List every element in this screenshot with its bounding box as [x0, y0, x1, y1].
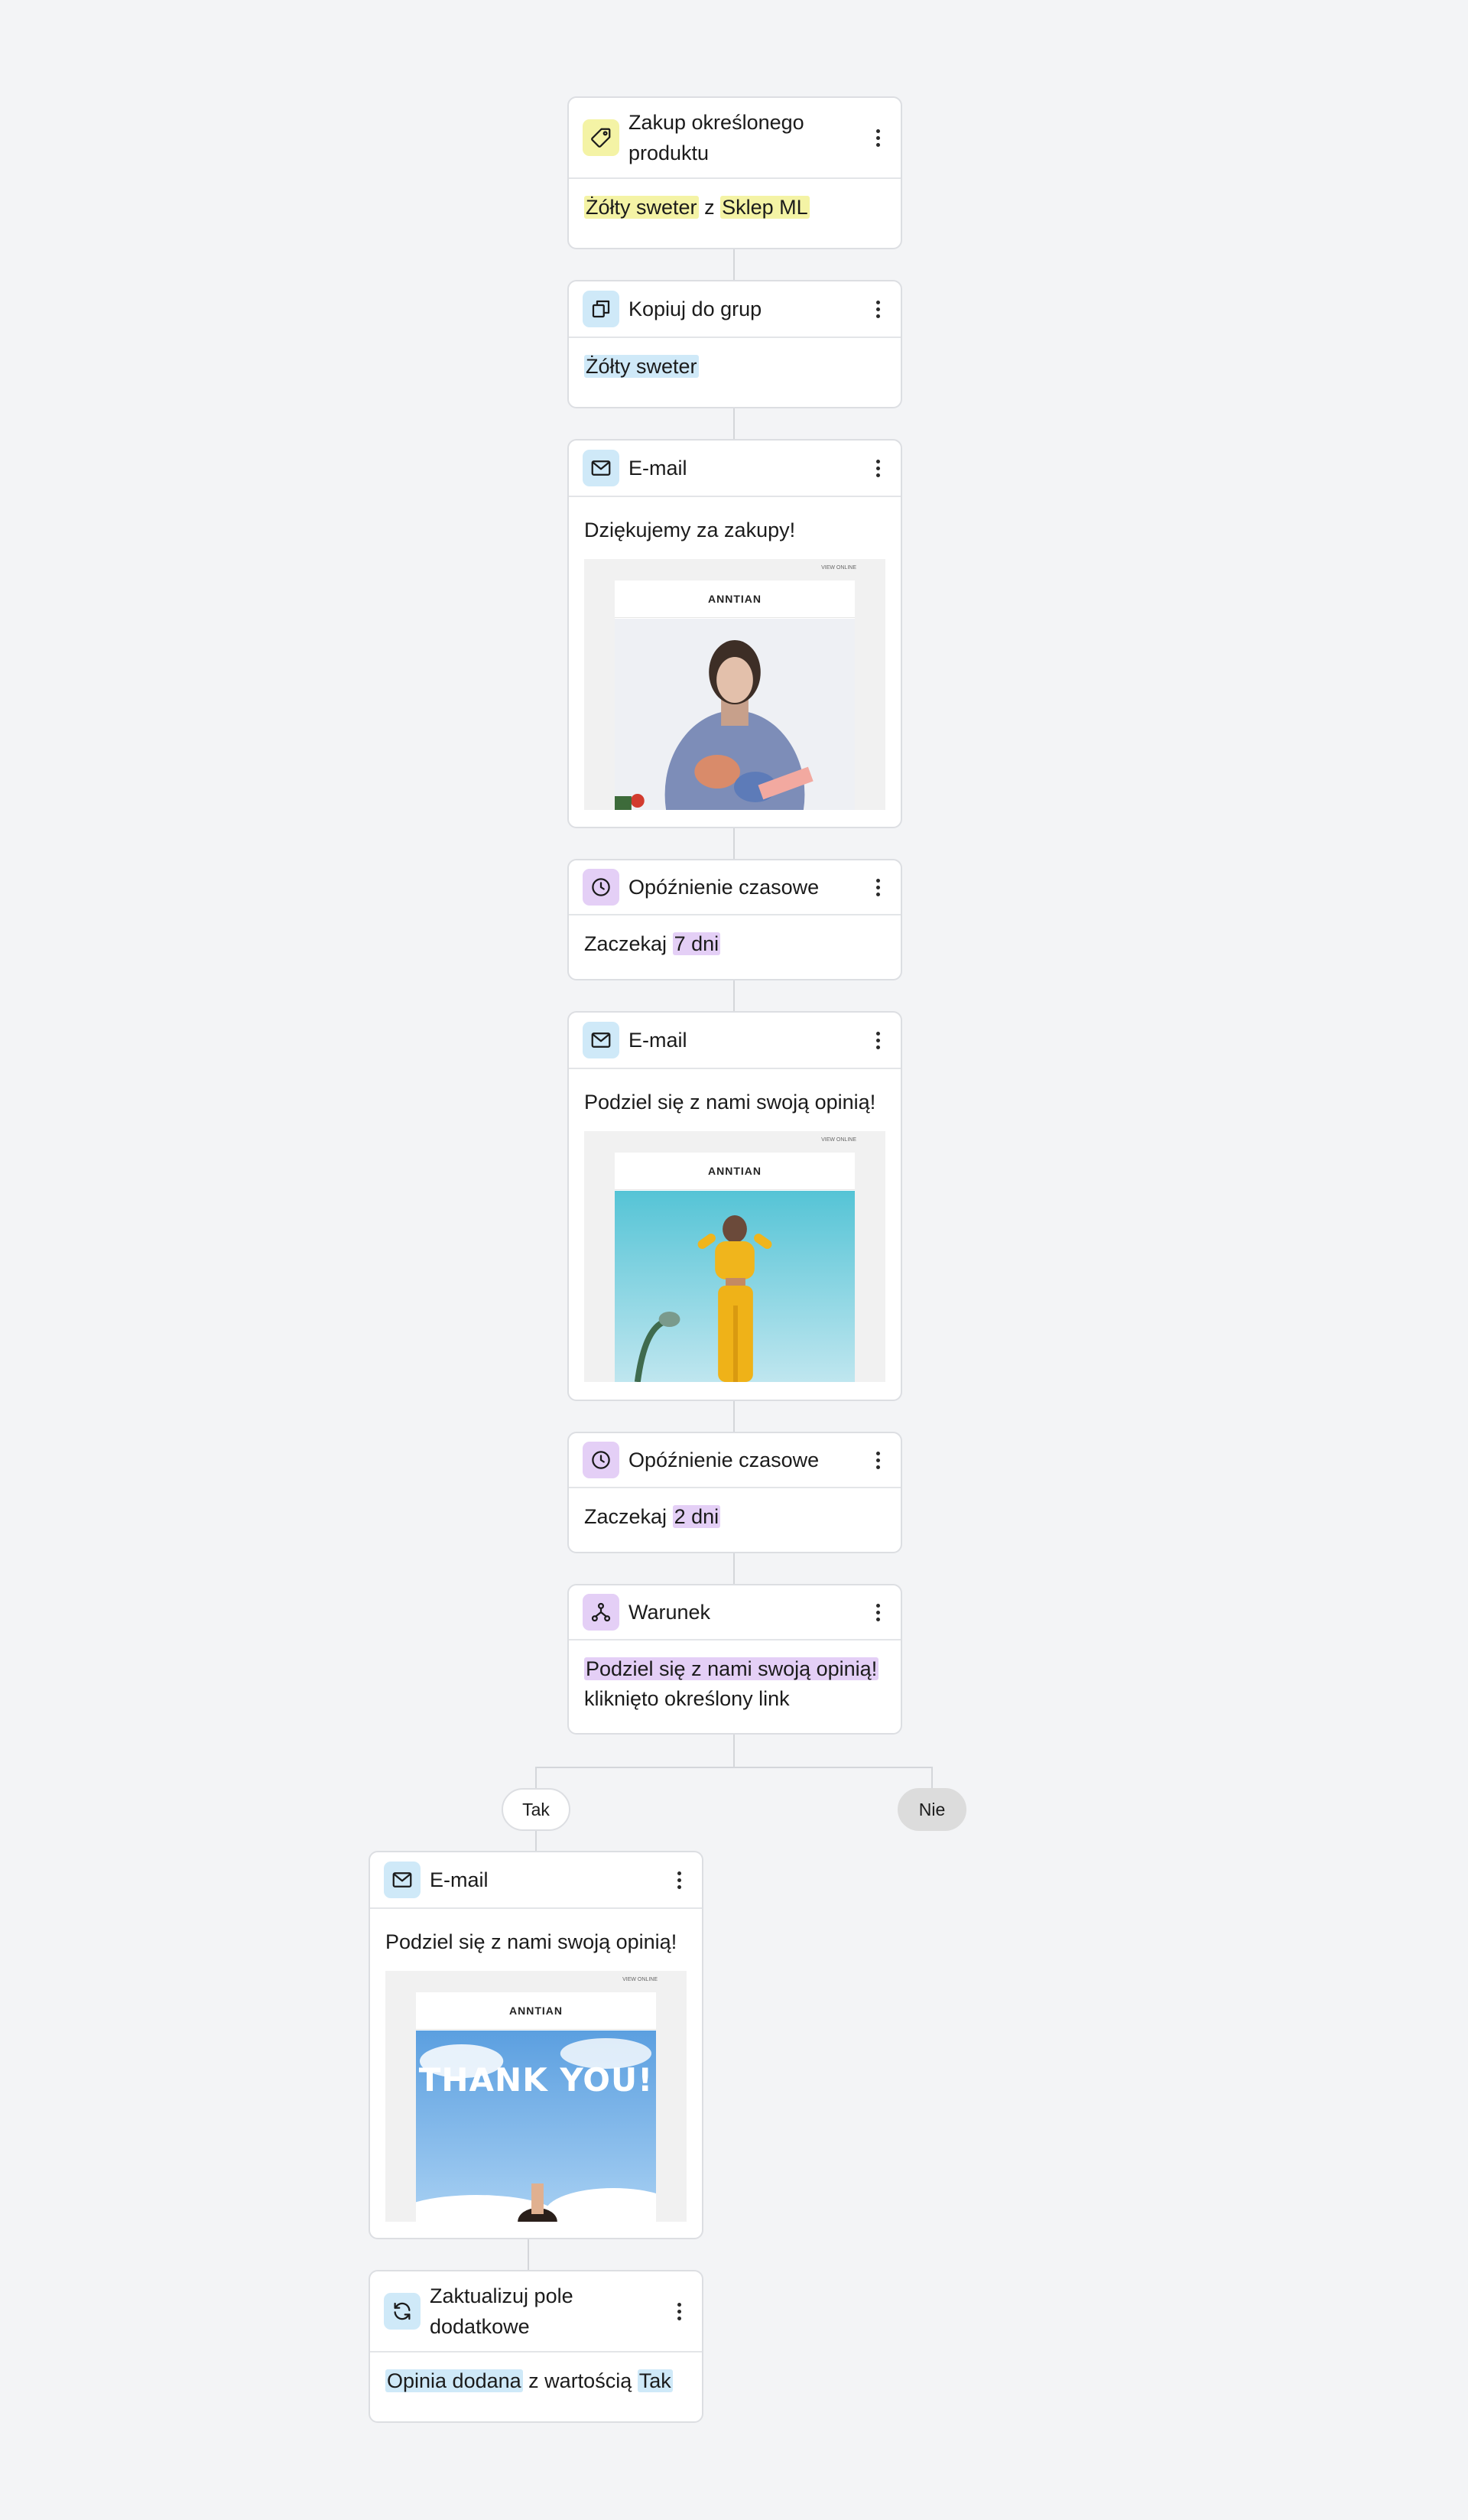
- branch-yes-label: Tak: [522, 1799, 550, 1819]
- card-body: Podziel się z nami swoją opinią! kliknię…: [569, 1640, 901, 1728]
- connector: [733, 828, 735, 860]
- tag-icon: [583, 119, 619, 156]
- copy-icon: [583, 291, 619, 327]
- card-header: Opóźnienie czasowe: [569, 860, 901, 915]
- card-header: E-mail: [569, 441, 901, 497]
- email-subject: Podziel się z nami swoją opinią!: [584, 1091, 876, 1114]
- product-tag: Żółty sweter: [584, 196, 699, 219]
- card-title: Kopiuj do grup: [628, 298, 762, 320]
- mail-icon: [384, 1862, 421, 1898]
- time-delay-card[interactable]: Opóźnienie czasowe Zaczekaj 7 dni: [567, 859, 902, 980]
- card-title: E-mail: [430, 1868, 489, 1891]
- delay-prefix: Zaczekaj: [584, 932, 667, 955]
- email-preview[interactable]: VIEW ONLINE ANNTIAN: [584, 559, 885, 810]
- card-body: Opinia dodana z wartością Tak: [370, 2353, 702, 2410]
- card-header: Warunek: [569, 1585, 901, 1640]
- refresh-icon: [384, 2293, 421, 2330]
- preview-image: THANK YOU!: [416, 2031, 656, 2222]
- branch-icon: [583, 1594, 619, 1631]
- connector: [733, 1553, 735, 1585]
- card-body: Żółty sweter z Sklep ML: [569, 179, 901, 236]
- card-header: Kopiuj do grup: [569, 281, 901, 338]
- more-options-icon[interactable]: [869, 125, 887, 150]
- card-header: E-mail: [370, 1852, 702, 1909]
- email-card[interactable]: E-mail Dziękujemy za zakupy! VIEW ONLINE…: [567, 439, 902, 828]
- email-subject: Podziel się z nami swoją opinią!: [385, 1930, 677, 1953]
- preview-headline: THANK YOU!: [418, 2061, 654, 2099]
- preview-image: [615, 619, 855, 810]
- more-options-icon[interactable]: [869, 456, 887, 480]
- card-title: Opóźnienie czasowe: [628, 876, 820, 899]
- preview-brand: ANNTIAN: [615, 580, 855, 618]
- connector: [733, 408, 735, 441]
- connector-text: z wartością: [528, 2369, 632, 2392]
- more-options-icon[interactable]: [869, 1600, 887, 1624]
- card-body: Zaczekaj 2 dni: [569, 1488, 901, 1546]
- update-custom-field-card[interactable]: Zaktualizuj pole dodatkowe Opinia dodana…: [369, 2270, 703, 2423]
- preview-view-online: VIEW ONLINE: [622, 1977, 658, 1982]
- condition-rule: kliknięto określony link: [584, 1687, 790, 1710]
- email-preview[interactable]: VIEW ONLINE ANNTIAN THANK YOU!: [385, 1971, 687, 2222]
- mail-icon: [583, 1022, 619, 1058]
- store-tag: Sklep ML: [720, 196, 810, 219]
- branch-yes-pill[interactable]: Tak: [502, 1788, 570, 1831]
- delay-prefix: Zaczekaj: [584, 1505, 667, 1528]
- more-options-icon[interactable]: [670, 1868, 688, 1892]
- card-title: Zaktualizuj pole dodatkowe: [430, 2284, 573, 2338]
- email-preview[interactable]: VIEW ONLINE ANNTIAN: [584, 1131, 885, 1382]
- email-subject: Dziękujemy za zakupy!: [584, 519, 796, 541]
- connector: [528, 2239, 529, 2271]
- clock-icon: [583, 869, 619, 906]
- delay-duration: 7 dni: [672, 932, 721, 955]
- email-reference-tag: Podziel się z nami swoją opinią!: [584, 1657, 879, 1680]
- more-options-icon[interactable]: [869, 297, 887, 321]
- trigger-card[interactable]: Zakup określonego produktu Żółty sweter …: [567, 96, 902, 249]
- connector: [733, 249, 735, 281]
- more-options-icon[interactable]: [869, 875, 887, 899]
- preview-brand: ANNTIAN: [416, 1992, 656, 2030]
- branch-no-label: Nie: [918, 1799, 946, 1819]
- more-options-icon[interactable]: [869, 1448, 887, 1472]
- card-title: Opóźnienie czasowe: [628, 1449, 820, 1471]
- connector: [733, 980, 735, 1013]
- card-header: Zakup określonego produktu: [569, 98, 901, 179]
- mail-icon: [583, 450, 619, 486]
- card-header: E-mail: [569, 1013, 901, 1069]
- branch-no-pill[interactable]: Nie: [898, 1788, 966, 1831]
- email-card[interactable]: E-mail Podziel się z nami swoją opinią! …: [369, 1851, 703, 2239]
- card-header: Zaktualizuj pole dodatkowe: [370, 2271, 702, 2353]
- connector: [535, 1767, 537, 1788]
- copy-to-group-card[interactable]: Kopiuj do grup Żółty sweter: [567, 280, 902, 408]
- delay-duration: 2 dni: [672, 1505, 721, 1528]
- card-body: Zaczekaj 7 dni: [569, 915, 901, 973]
- email-card[interactable]: E-mail Podziel się z nami swoją opinią! …: [567, 1011, 902, 1401]
- more-options-icon[interactable]: [670, 2299, 688, 2323]
- connector: [733, 1401, 735, 1433]
- card-title: Zakup określonego produktu: [628, 111, 804, 164]
- card-body: Żółty sweter: [569, 338, 901, 395]
- connector: [931, 1767, 933, 1788]
- clock-icon: [583, 1442, 619, 1478]
- branch-connector: [535, 1767, 933, 1768]
- connector-text: z: [704, 196, 715, 219]
- group-tag: Żółty sweter: [584, 355, 699, 378]
- condition-card[interactable]: Warunek Podziel się z nami swoją opinią!…: [567, 1584, 902, 1735]
- card-title: Warunek: [628, 1601, 711, 1624]
- more-options-icon[interactable]: [869, 1028, 887, 1052]
- preview-brand: ANNTIAN: [615, 1153, 855, 1190]
- preview-view-online: VIEW ONLINE: [821, 1137, 856, 1143]
- card-header: Opóźnienie czasowe: [569, 1433, 901, 1488]
- connector: [733, 1735, 735, 1768]
- preview-view-online: VIEW ONLINE: [821, 565, 856, 571]
- time-delay-card[interactable]: Opóźnienie czasowe Zaczekaj 2 dni: [567, 1432, 902, 1553]
- field-name-tag: Opinia dodana: [385, 2369, 523, 2392]
- preview-image: [615, 1191, 855, 1382]
- card-title: E-mail: [628, 1029, 687, 1052]
- card-title: E-mail: [628, 457, 687, 480]
- field-value-tag: Tak: [637, 2369, 673, 2392]
- workflow-canvas: Zakup określonego produktu Żółty sweter …: [0, 0, 1468, 2520]
